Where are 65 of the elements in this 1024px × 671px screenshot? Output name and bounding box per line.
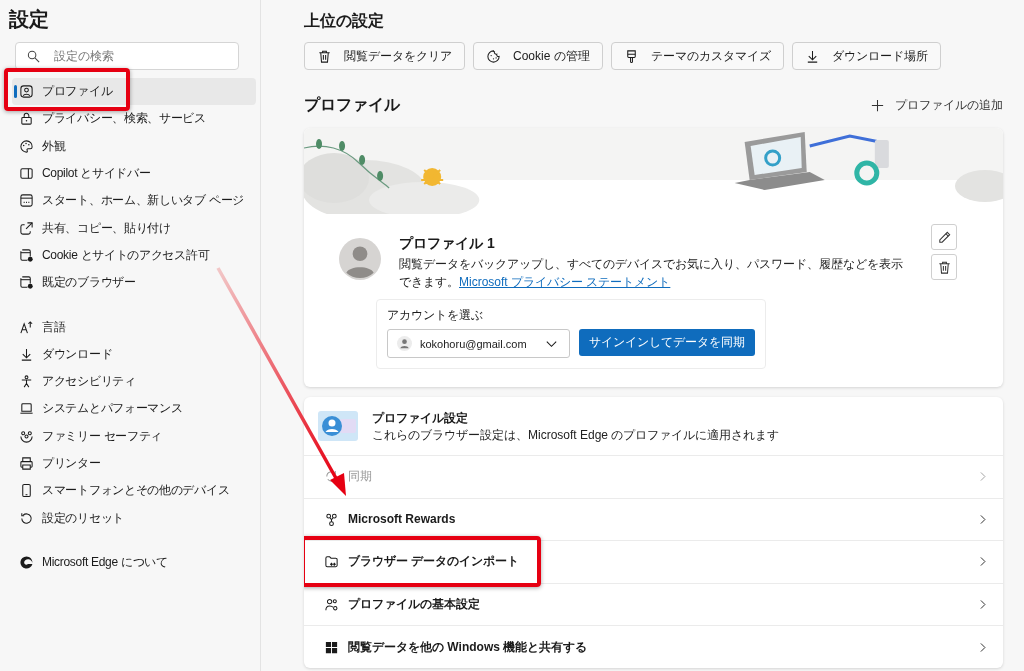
- share-icon: [19, 220, 34, 236]
- swirl-logo-icon: [19, 554, 34, 570]
- quick-action-button[interactable]: ダウンロード場所: [791, 42, 941, 70]
- sidebar-item[interactable]: Copilot とサイドバー: [12, 159, 256, 188]
- sidebar-item[interactable]: スマートフォンとその他のデバイス: [12, 477, 256, 505]
- profile-icon: [19, 84, 34, 100]
- sidebar-item[interactable]: 言語: [12, 313, 256, 341]
- profile-settings-subtitle: これらのブラウザー設定は、Microsoft Edge のプロファイルに適用されます: [372, 426, 780, 443]
- printer-icon: [19, 456, 34, 471]
- accessibility-icon: [19, 374, 34, 390]
- lock-icon: [19, 111, 34, 127]
- reset-icon: [19, 510, 34, 526]
- sign-in-sync-button[interactable]: サインインしてデータを同期: [579, 329, 755, 356]
- delete-button[interactable]: [931, 254, 957, 280]
- laptop-icon: [19, 401, 34, 417]
- settings-row[interactable]: 閲覧データを他の Windows 機能と共有する: [304, 625, 1003, 668]
- edit-button[interactable]: [931, 224, 957, 250]
- sidebar-item[interactable]: プリンター: [12, 449, 256, 478]
- settings-row[interactable]: ブラウザー データのインポート: [304, 540, 1003, 583]
- cookie-icon: [486, 48, 501, 64]
- sidebar-item[interactable]: プロファイル: [12, 78, 256, 106]
- folder-arrows-icon: [324, 554, 339, 570]
- download-icon: [19, 346, 34, 362]
- sidebar-panel-icon: [19, 166, 34, 182]
- account-label: アカウントを選ぶ: [387, 308, 484, 322]
- settings-row[interactable]: プロファイルの基本設定: [304, 582, 1003, 626]
- section-title: 上位の設定: [304, 11, 385, 31]
- quick-action-button[interactable]: Cookie の管理: [473, 42, 603, 70]
- sidebar-item[interactable]: プライバシー、検索、サービス: [12, 105, 256, 133]
- sidebar-item[interactable]: スタート、ホーム、新しいタブ ページ: [12, 187, 256, 215]
- settings-row[interactable]: Microsoft Rewards: [304, 497, 1003, 541]
- sidebar-item[interactable]: 既定のブラウザー: [12, 269, 256, 297]
- avatar-icon: [339, 238, 381, 280]
- sidebar-item[interactable]: 設定のリセット: [12, 504, 256, 532]
- account-dropdown[interactable]: kokohoru@gmail.com: [387, 329, 570, 358]
- browser-window-icon: [19, 193, 34, 209]
- quick-action-button[interactable]: テーマのカスタマイズ: [610, 42, 784, 70]
- search-field[interactable]: 設定の検索: [15, 42, 239, 70]
- trash-icon: [317, 48, 332, 64]
- sidebar-item[interactable]: ダウンロード: [12, 340, 256, 368]
- trash-icon: [936, 259, 952, 275]
- person-icon: [397, 336, 412, 351]
- sidebar-item[interactable]: システムとパフォーマンス: [12, 395, 256, 423]
- sidebar-item[interactable]: 共有、コピー、貼り付け: [12, 214, 256, 242]
- profile-settings-title: プロファイル設定: [372, 409, 469, 427]
- sidebar-item[interactable]: Microsoft Edge について: [12, 548, 256, 577]
- sidebar-item[interactable]: アクセシビリティ: [12, 367, 256, 396]
- settings-title: 設定: [9, 7, 50, 32]
- add-profile-button[interactable]: プロファイルの追加: [870, 96, 1003, 114]
- profile-name: プロファイル 1: [399, 234, 496, 252]
- sidebar-item[interactable]: Cookie とサイトのアクセス許可: [12, 241, 256, 270]
- plus-icon: [870, 97, 885, 113]
- section-title: プロファイル: [304, 95, 400, 115]
- phone-icon: [19, 483, 34, 499]
- profile-description: 閲覧データをバックアップし、すべてのデバイスでお気に入り、パスワード、履歴などを表示できます。Microsoft プライバシー ステートメント: [399, 256, 904, 291]
- privacy-statement-link[interactable]: Microsoft プライバシー ステートメント: [459, 275, 671, 289]
- windows-icon: [324, 639, 339, 655]
- language-icon: [19, 319, 34, 335]
- palette-icon: [19, 138, 34, 154]
- profile-card-icon: [318, 411, 358, 441]
- sidebar-item[interactable]: 外観: [12, 132, 256, 160]
- sidebar-item[interactable]: ファミリー セーフティ: [12, 422, 256, 450]
- pencil-icon: [936, 229, 952, 245]
- search-icon: [26, 49, 41, 64]
- quick-action-button[interactable]: 閲覧データをクリア: [304, 42, 465, 70]
